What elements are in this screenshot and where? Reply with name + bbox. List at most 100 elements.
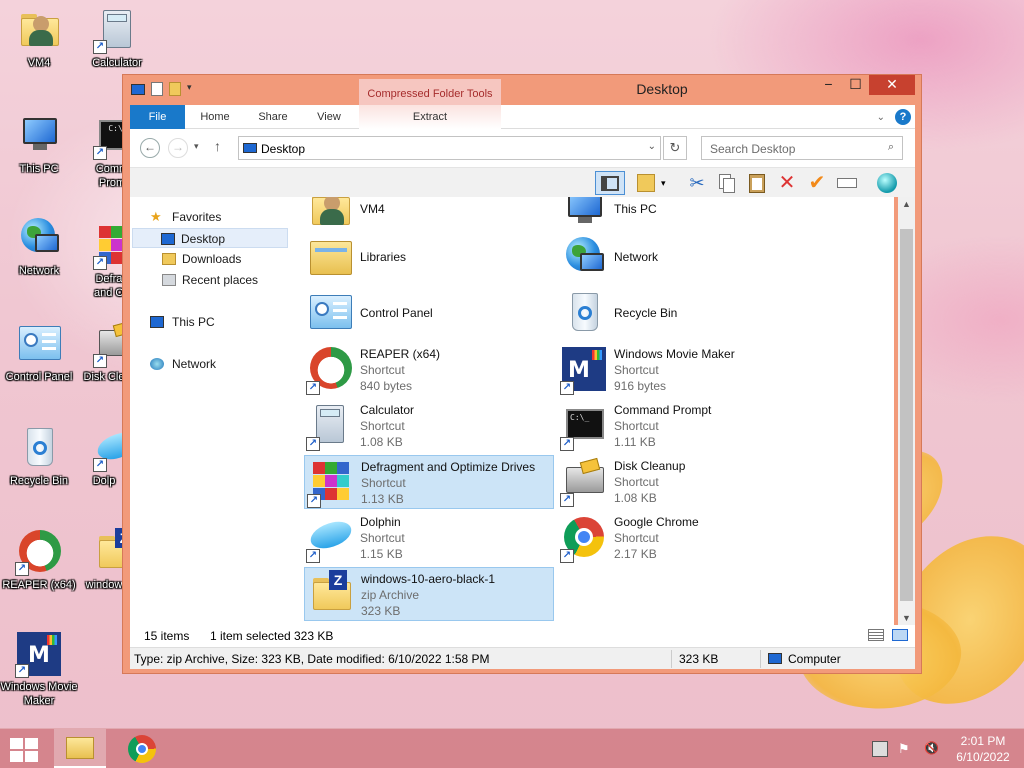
file-size: 1.11 KB <box>614 435 656 449</box>
delete-icon[interactable]: ✕ <box>775 171 799 195</box>
file-type: Shortcut <box>361 476 406 490</box>
taskbar-file-explorer[interactable] <box>54 729 106 768</box>
scroll-down-icon[interactable]: ▼ <box>898 611 915 625</box>
shortcut-arrow-icon: ↗ <box>306 381 320 395</box>
shell-globe-icon[interactable] <box>875 171 899 195</box>
volume-muted-icon[interactable]: 🔇 <box>924 741 940 757</box>
computer-icon <box>15 112 63 160</box>
tab-view[interactable]: View <box>304 105 354 129</box>
file-name: Calculator <box>360 403 415 417</box>
desktop-icon-calculator[interactable]: ↗ Calculator <box>78 6 156 70</box>
file-list[interactable]: VM4 This PC Libraries Network Control Pa… <box>296 197 894 625</box>
up-button[interactable]: ↑ <box>214 138 221 154</box>
file-item-reaper[interactable]: ↗ REAPER (x64) Shortcut 840 bytes <box>304 343 554 397</box>
nav-downloads[interactable]: Downloads <box>130 249 294 269</box>
copy-icon[interactable] <box>715 171 739 195</box>
status-row: 15 items 1 item selected 323 KB <box>130 625 915 647</box>
shortcut-arrow-icon: ↗ <box>93 256 107 270</box>
nav-desktop[interactable]: Desktop <box>132 228 288 248</box>
desktop-icon-movie-maker[interactable]: M ↗ Windows Movie Maker <box>0 630 78 708</box>
maximize-button[interactable]: ☐ <box>842 75 869 95</box>
desktop-icon-label: Control Panel <box>5 371 73 383</box>
scroll-thumb[interactable] <box>900 229 913 601</box>
file-item-recycle-bin[interactable]: Recycle Bin <box>558 287 808 341</box>
chrome-icon <box>128 735 156 763</box>
back-button[interactable]: ← <box>140 138 160 158</box>
navigation-bar: ← → ▾ ↑ Desktop ⌄ ↻ Search Desktop ⌕ <box>130 129 915 167</box>
tab-home[interactable]: Home <box>190 105 240 129</box>
desktop-icon-reaper[interactable]: ↗ REAPER (x64) <box>0 528 78 592</box>
minimize-button[interactable]: − <box>815 75 842 95</box>
checkmark-icon[interactable]: ✔ <box>805 171 829 195</box>
tab-file[interactable]: File <box>130 105 185 129</box>
scroll-up-icon[interactable]: ▲ <box>898 197 915 211</box>
desktop-icon-label: window <box>85 579 123 591</box>
file-item-defrag[interactable]: ↗ Defragment and Optimize Drives Shortcu… <box>304 455 554 509</box>
action-center-flag-icon[interactable]: ⚑ <box>898 741 914 757</box>
file-item-calculator[interactable]: ↗ Calculator Shortcut 1.08 KB <box>304 399 554 453</box>
shortcut-arrow-icon: ↗ <box>15 664 29 678</box>
close-button[interactable]: ✕ <box>869 75 915 95</box>
desktop-icon-label: Disk Cle <box>83 371 125 383</box>
explorer-window[interactable]: ▾ Compressed Folder Tools Desktop − ☐ ✕ … <box>122 74 922 674</box>
help-icon[interactable]: ? <box>895 109 911 125</box>
file-item-command-prompt[interactable]: C:\_ ↗ Command Prompt Shortcut 1.11 KB <box>558 399 808 453</box>
clock[interactable]: 2:01 PM 6/10/2022 <box>950 733 1016 765</box>
refresh-button[interactable]: ↻ <box>663 136 687 160</box>
computer-icon <box>560 197 610 235</box>
file-item-libraries[interactable]: Libraries <box>304 231 554 285</box>
shortcut-arrow-icon: ↗ <box>560 493 574 507</box>
rename-icon[interactable] <box>835 171 859 195</box>
vertical-scrollbar[interactable]: ▲ ▼ <box>898 197 915 625</box>
paste-icon[interactable] <box>745 171 769 195</box>
address-bar[interactable]: Desktop ⌄ <box>238 136 661 160</box>
computer-icon <box>768 653 782 664</box>
desktop-icon-this-pc[interactable]: This PC <box>0 112 78 176</box>
file-item-movie-maker[interactable]: M ↗ Windows Movie Maker Shortcut 916 byte… <box>558 343 808 397</box>
recent-locations-icon[interactable]: ▾ <box>194 141 199 152</box>
details-view-icon[interactable] <box>868 629 884 641</box>
file-item-zip-archive[interactable]: Z windows-10-aero-black-1 zip Archive 32… <box>304 567 554 621</box>
properties-button[interactable] <box>635 171 659 195</box>
search-icon[interactable]: ⌕ <box>888 141 894 154</box>
nav-this-pc[interactable]: This PC <box>130 312 294 332</box>
cut-icon[interactable]: ✂ <box>685 171 709 195</box>
reaper-icon: ↗ <box>15 528 63 576</box>
tab-share[interactable]: Share <box>248 105 298 129</box>
search-input[interactable]: Search Desktop ⌕ <box>701 136 903 160</box>
file-type: Shortcut <box>360 419 405 433</box>
file-name: Google Chrome <box>614 515 699 529</box>
file-item-dolphin[interactable]: ↗ Dolphin Shortcut 1.15 KB <box>304 511 554 565</box>
network-tray-icon[interactable] <box>872 741 888 757</box>
file-name: Command Prompt <box>614 403 712 417</box>
taskbar-chrome[interactable] <box>116 729 168 768</box>
nav-network[interactable]: Network <box>130 354 294 374</box>
title-bar[interactable]: ▾ Compressed Folder Tools Desktop − ☐ ✕ <box>123 75 921 105</box>
desktop-icon-vm4[interactable]: VM4 <box>0 6 78 70</box>
properties-dropdown-icon[interactable]: ▾ <box>661 171 673 195</box>
search-placeholder: Search Desktop <box>710 142 796 156</box>
shortcut-arrow-icon: ↗ <box>306 437 320 451</box>
desktop-icon-control-panel[interactable]: Control Panel <box>0 320 78 384</box>
chevron-down-icon[interactable]: ⌄ <box>648 141 656 152</box>
file-item-google-chrome[interactable]: ↗ Google Chrome Shortcut 2.17 KB <box>558 511 808 565</box>
start-button[interactable] <box>6 734 42 764</box>
desktop-icon-recycle-bin[interactable]: Recycle Bin <box>0 424 78 488</box>
shortcut-arrow-icon: ↗ <box>306 549 320 563</box>
file-size: 1.13 KB <box>361 492 404 506</box>
forward-button[interactable]: → <box>168 138 188 158</box>
calculator-icon: ↗ <box>306 401 356 451</box>
preview-pane-button[interactable] <box>595 171 625 195</box>
file-type: Shortcut <box>614 531 659 545</box>
file-item-control-panel[interactable]: Control Panel <box>304 287 554 341</box>
dolphin-icon: ↗ <box>306 513 356 563</box>
tab-extract[interactable]: Extract <box>359 105 501 129</box>
file-item-disk-cleanup[interactable]: ↗ Disk Cleanup Shortcut 1.08 KB <box>558 455 808 509</box>
nav-recent-places[interactable]: Recent places <box>130 270 294 290</box>
expand-ribbon-icon[interactable]: ⌄ <box>877 112 885 123</box>
desktop-icon-network[interactable]: Network <box>0 214 78 278</box>
file-item-network[interactable]: Network <box>558 231 808 285</box>
large-icons-view-icon[interactable] <box>892 629 908 641</box>
nav-favorites[interactable]: ★ Favorites <box>130 207 294 227</box>
taskbar: ⚑ 🔇 2:01 PM 6/10/2022 <box>0 728 1024 768</box>
